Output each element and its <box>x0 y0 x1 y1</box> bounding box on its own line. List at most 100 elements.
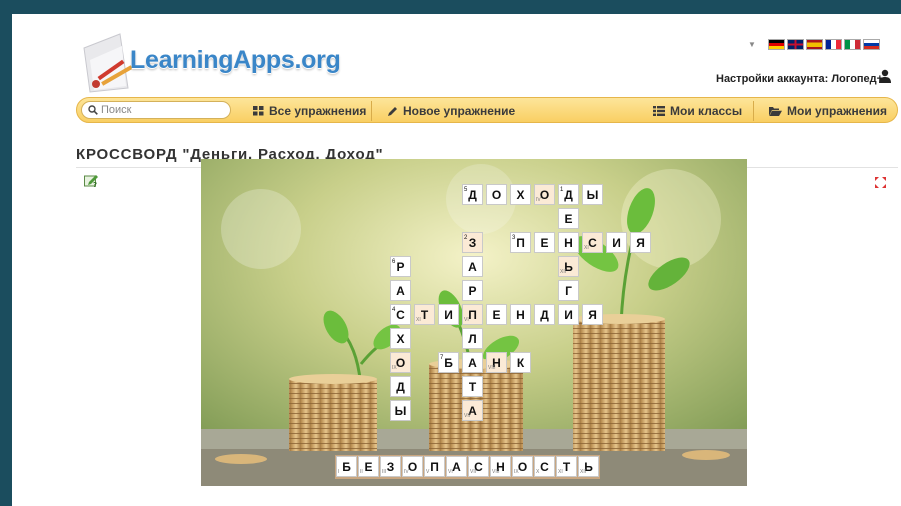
crossword-cell[interactable]: Р <box>462 280 483 301</box>
search-box[interactable] <box>81 101 231 119</box>
answer-cell[interactable]: БI <box>336 456 357 477</box>
flag-es-icon[interactable] <box>805 38 823 50</box>
crossword-cell[interactable]: Д <box>390 376 411 397</box>
cell-letter: Д <box>396 380 405 394</box>
clue-number: 7 <box>440 355 444 361</box>
crossword-cell[interactable]: К <box>510 352 531 373</box>
crossword-cell[interactable]: А VII <box>462 400 483 421</box>
crossword-cell[interactable]: А <box>390 280 411 301</box>
nav-my-exercises[interactable]: Мои упражнения <box>769 104 887 118</box>
cell-letter: Е <box>492 308 501 322</box>
crossword-cell[interactable]: А <box>462 352 483 373</box>
crossword-cell[interactable]: Л <box>462 328 483 349</box>
crossword-cell[interactable]: Ы <box>390 400 411 421</box>
crossword-cell[interactable]: О IV <box>534 184 555 205</box>
crossword-cell[interactable]: Е <box>534 232 555 253</box>
crossword-cell[interactable]: С4 <box>390 304 411 325</box>
account-settings-link[interactable]: Настройки аккаунта: Логопед+ <box>716 73 883 85</box>
crossword-cell[interactable]: С XI <box>582 232 603 253</box>
crossword-cell[interactable]: Ь XII <box>558 256 579 277</box>
cell-letter: А <box>396 284 405 298</box>
answer-word-row: Б I Е II З III О IV П V А VI С VII Н VIII О IX С X Т XI Ь XII <box>335 455 600 479</box>
crossword-cell[interactable]: П3 <box>510 232 531 253</box>
crossword-cell[interactable]: Т XI <box>414 304 435 325</box>
flag-en-icon[interactable] <box>786 38 804 50</box>
chevron-down-icon[interactable]: ▼ <box>748 40 756 49</box>
crossword-cell[interactable]: И <box>438 304 459 325</box>
edit-question-icon[interactable]: ? <box>84 174 100 188</box>
crossword-cell[interactable]: Д1 <box>558 184 579 205</box>
nav-all-exercises[interactable]: Все упражнения <box>253 104 366 118</box>
cell-letter: Л <box>468 332 477 346</box>
crossword-cell[interactable]: Г <box>558 280 579 301</box>
search-input[interactable] <box>101 104 221 116</box>
nav-divider <box>371 101 372 121</box>
cell-letter: Г <box>565 284 572 298</box>
crossword-cell[interactable]: П VI <box>462 304 483 325</box>
crossword-cell[interactable]: Н VIII <box>486 352 507 373</box>
answer-cell[interactable]: С VII <box>468 456 489 477</box>
cell-letter: Т <box>468 380 477 394</box>
main-navbar: Все упражнения Новое упражнение Мои клас… <box>76 97 898 123</box>
crossword-cell[interactable]: Д5 <box>462 184 483 205</box>
nav-my-classes[interactable]: Мои классы <box>653 104 742 118</box>
user-icon[interactable] <box>878 69 892 83</box>
cell-letter: Е <box>540 236 549 250</box>
cell-letter: С <box>396 308 405 322</box>
clue-number: 6 <box>392 259 396 265</box>
flag-it-icon[interactable] <box>843 38 861 50</box>
cell-letter: Т <box>420 308 429 322</box>
crossword-cell[interactable]: Д <box>534 304 555 325</box>
answer-position-marker: VI <box>448 469 453 475</box>
flag-fr-icon[interactable] <box>824 38 842 50</box>
cell-letter: А <box>452 460 461 474</box>
crossword-cell[interactable]: О <box>486 184 507 205</box>
answer-cell[interactable]: СX <box>534 456 555 477</box>
crossword-cell[interactable]: Е <box>486 304 507 325</box>
crossword-board: Д 5 О Х О IV Д 1 Ы Е З 2 П 3 Е Н С XI И Я Р 6 А Ь XII А Р Г С 4 Т XI И П V… <box>201 159 747 486</box>
answer-cell[interactable]: А VI <box>446 456 467 477</box>
nav-new-exercise[interactable]: Новое упражнение <box>387 104 515 118</box>
flag-de-icon[interactable] <box>767 38 785 50</box>
crossword-cell[interactable]: Б7 <box>438 352 459 373</box>
crossword-cell[interactable]: З2 <box>462 232 483 253</box>
crossword-cell[interactable]: Р6 <box>390 256 411 277</box>
answer-cell[interactable]: ПV <box>424 456 445 477</box>
crossword-cell[interactable]: Я <box>582 304 603 325</box>
answer-cell[interactable]: Т XI <box>556 456 577 477</box>
crossword-cell[interactable]: Х <box>510 184 531 205</box>
logo-text[interactable]: LearningApps.org <box>130 46 341 75</box>
crossword-cell[interactable]: Ы <box>582 184 603 205</box>
answer-cell[interactable]: О IV <box>402 456 423 477</box>
cell-letter: Е <box>364 460 373 474</box>
crossword-cell[interactable]: Н <box>558 232 579 253</box>
answer-cell[interactable]: З III <box>380 456 401 477</box>
answer-cell[interactable]: О IX <box>512 456 533 477</box>
flag-ru-icon[interactable] <box>862 38 880 50</box>
cell-letter: Н <box>516 308 525 322</box>
cell-letter: О <box>491 188 502 202</box>
fullscreen-icon[interactable] <box>875 177 886 188</box>
crossword-cell[interactable]: Я <box>630 232 651 253</box>
crossword-cell[interactable]: Н <box>510 304 531 325</box>
answer-position-marker: X <box>536 469 540 475</box>
answer-cell[interactable]: Ь XII <box>578 456 599 477</box>
cell-letter: С <box>540 460 549 474</box>
nav-new-exercise-label: Новое упражнение <box>403 104 516 118</box>
crossword-cell[interactable]: Х <box>390 328 411 349</box>
crossword-cell[interactable]: А <box>462 256 483 277</box>
language-selector[interactable]: ▼ <box>748 38 880 50</box>
answer-cell[interactable]: Е II <box>358 456 379 477</box>
crossword-cell[interactable]: И <box>558 304 579 325</box>
crossword-cell[interactable]: И <box>606 232 627 253</box>
crossword-cell[interactable]: Е <box>558 208 579 229</box>
crossword-cell[interactable]: О IX <box>390 352 411 373</box>
grid-icon <box>253 106 264 116</box>
cell-letter: Ы <box>394 404 407 418</box>
nav-divider <box>753 101 754 121</box>
answer-cell[interactable]: Н VIII <box>490 456 511 477</box>
clue-number: 1 <box>560 187 564 193</box>
cell-letter: О <box>395 356 406 370</box>
clue-number: 2 <box>464 235 468 241</box>
crossword-cell[interactable]: Т <box>462 376 483 397</box>
